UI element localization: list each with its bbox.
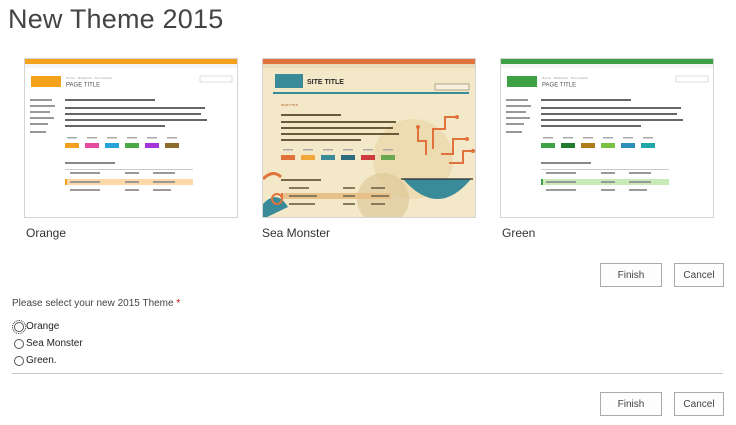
preview-swatch (65, 143, 79, 148)
svg-text:Home · Notebook · Documents: Home · Notebook · Documents (542, 76, 589, 80)
preview-swatch (641, 143, 655, 148)
preview-swatch (381, 155, 395, 160)
preview-swatch (321, 155, 335, 160)
sea-monster-preview-image: SITE TITLE PAGE TITLE (263, 59, 475, 217)
preview-logo (31, 76, 61, 87)
theme-preview-sea-monster[interactable]: SITE TITLE PAGE TITLE (262, 58, 476, 218)
preview-swatch (105, 143, 119, 148)
svg-text:Home · Notebook · Documents: Home · Notebook · Documents (66, 76, 113, 80)
option-orange[interactable]: Orange (12, 319, 60, 334)
cancel-button-top[interactable]: Cancel (674, 263, 724, 287)
svg-text:PAGE TITLE: PAGE TITLE (281, 103, 298, 107)
cancel-button-bottom[interactable]: Cancel (674, 392, 724, 416)
orange-preview-image: Home · Notebook · Documents PAGE TITLE (25, 59, 237, 191)
theme-question-label: Please select your new 2015 Theme * (12, 298, 180, 309)
green-preview-image: Home · Notebook · Documents PAGE TITLE (501, 59, 713, 191)
option-sea-monster-label: Sea Monster (26, 338, 83, 349)
finish-button-top[interactable]: Finish (600, 263, 662, 287)
required-indicator: * (176, 298, 181, 309)
theme-name-green: Green (502, 226, 536, 240)
preview-swatch (361, 155, 375, 160)
preview-suite-bar (25, 59, 237, 64)
page-title: New Theme 2015 (8, 4, 224, 34)
svg-text:PAGE TITLE: PAGE TITLE (542, 83, 576, 89)
theme-name-orange: Orange (26, 226, 67, 240)
option-orange-label: Orange (26, 321, 60, 332)
preview-swatch (281, 155, 295, 160)
theme-preview-green[interactable]: Home · Notebook · Documents PAGE TITLE (500, 58, 714, 218)
preview-swatch (581, 143, 595, 148)
finish-button-bottom[interactable]: Finish (600, 392, 662, 416)
preview-swatch (125, 143, 139, 148)
preview-swatch (341, 155, 355, 160)
theme-name-sea-monster: Sea Monster (262, 226, 331, 240)
svg-text:PAGE TITLE: PAGE TITLE (66, 83, 100, 89)
option-green-label: Green. (26, 355, 57, 366)
radio-green[interactable] (14, 355, 24, 366)
preview-swatch (301, 155, 315, 160)
question-text: Please select your new 2015 Theme (12, 298, 174, 309)
option-green[interactable]: Green. (14, 355, 57, 366)
preview-swatch (561, 143, 575, 148)
preview-swatch (541, 143, 555, 148)
section-divider (12, 373, 723, 374)
radio-orange[interactable] (12, 319, 26, 334)
preview-swatch (601, 143, 615, 148)
svg-text:SITE TITLE: SITE TITLE (307, 79, 344, 86)
option-sea-monster[interactable]: Sea Monster (14, 338, 83, 349)
preview-swatch (621, 143, 635, 148)
preview-swatch (145, 143, 159, 148)
preview-swatch (165, 143, 179, 148)
preview-swatch (85, 143, 99, 148)
theme-preview-orange[interactable]: Home · Notebook · Documents PAGE TITLE (24, 58, 238, 218)
radio-sea-monster[interactable] (14, 338, 24, 349)
